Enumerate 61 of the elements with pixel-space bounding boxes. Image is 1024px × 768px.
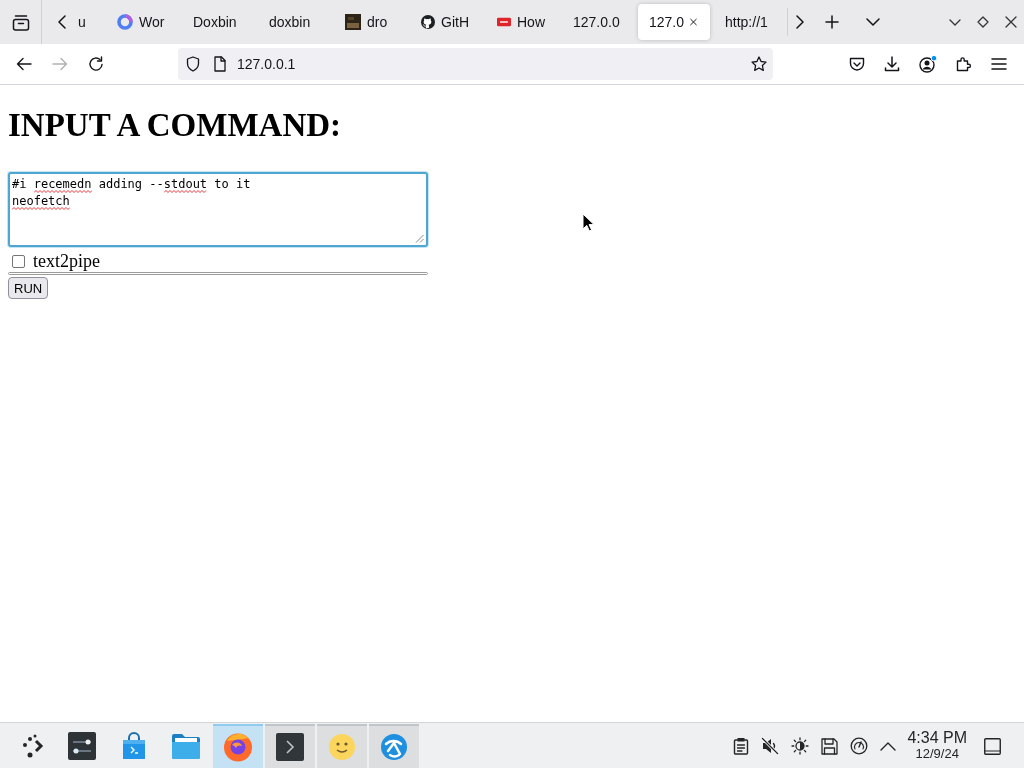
tab-list-icon[interactable] [11, 13, 30, 31]
clipboard-icon[interactable] [733, 737, 750, 755]
account-icon[interactable] [919, 55, 937, 73]
maximize-icon[interactable] [977, 16, 989, 28]
page-icon[interactable] [214, 56, 226, 72]
circle-logo-icon [380, 733, 408, 761]
chevron-down-icon[interactable] [866, 18, 880, 26]
menu-icon[interactable] [991, 58, 1007, 70]
browser-tab[interactable]: http://1 [714, 4, 786, 40]
puzzle-piece-icon[interactable] [956, 56, 972, 72]
sliders-icon[interactable] [68, 732, 96, 760]
chevron-right-icon[interactable] [796, 15, 804, 29]
browser-tab[interactable]: 127.0.0 [562, 4, 634, 40]
wavy-underline-icon [163, 190, 207, 193]
minimize-icon[interactable] [949, 18, 961, 26]
shopping-bag-icon[interactable] [121, 732, 147, 760]
browser-tab[interactable]: 127.0 [638, 4, 710, 40]
browser-tab[interactable]: u [72, 4, 102, 40]
browser-tab[interactable]: Doxbin [182, 4, 254, 40]
gauge-icon[interactable] [850, 737, 869, 755]
browser-tab[interactable]: GitH [410, 4, 482, 40]
close-icon[interactable] [690, 17, 697, 27]
checkbox-label: text2pipe [33, 250, 100, 272]
wavy-underline-icon [33, 190, 92, 193]
muted-speaker-icon[interactable] [761, 737, 780, 755]
browser-tab[interactable]: Wor [106, 4, 178, 40]
show-desktop-icon[interactable] [984, 737, 1001, 755]
taskbar-button[interactable] [213, 724, 263, 768]
wavy-underline-icon [12, 207, 70, 210]
plus-icon[interactable] [825, 15, 839, 29]
chevron-up-icon[interactable] [880, 741, 897, 751]
mouse-pointer-icon [582, 213, 594, 232]
taskbar-button[interactable] [265, 724, 315, 768]
clock[interactable]: 4:34 PM 12/9/24 [907, 728, 967, 761]
launcher-icon[interactable] [22, 734, 44, 758]
banner-icon [497, 17, 511, 27]
resize-grip-icon[interactable] [415, 234, 424, 243]
folder-icon[interactable] [171, 733, 201, 759]
chevron-left-icon[interactable] [58, 15, 66, 29]
browser-tab[interactable]: doxbin [258, 4, 330, 40]
swirl-icon [117, 14, 133, 30]
browser-tab[interactable]: dro [334, 4, 406, 40]
page-heading: INPUT A COMMAND: [8, 106, 342, 144]
address-bar[interactable]: 127.0.0.1 [178, 48, 773, 80]
pocket-icon[interactable] [849, 56, 865, 72]
star-icon[interactable] [751, 56, 767, 72]
smiley-icon [328, 733, 356, 761]
back-arrow-icon[interactable] [16, 57, 32, 71]
shield-icon[interactable] [186, 56, 200, 72]
run-button[interactable]: RUN [8, 277, 49, 299]
terminal-icon [276, 733, 304, 761]
close-icon[interactable] [1005, 16, 1017, 28]
reload-icon[interactable] [88, 56, 104, 72]
browser-tab[interactable]: How [486, 4, 558, 40]
fox-logo-icon [223, 732, 253, 762]
cat-logo-icon [421, 14, 435, 30]
thumbnail-icon [345, 14, 361, 30]
checkbox[interactable] [12, 254, 25, 268]
download-icon[interactable] [884, 56, 900, 72]
command-textarea[interactable]: #i recemedn adding --stdout to it neofetch [8, 172, 428, 247]
brightness-icon[interactable] [791, 737, 810, 755]
